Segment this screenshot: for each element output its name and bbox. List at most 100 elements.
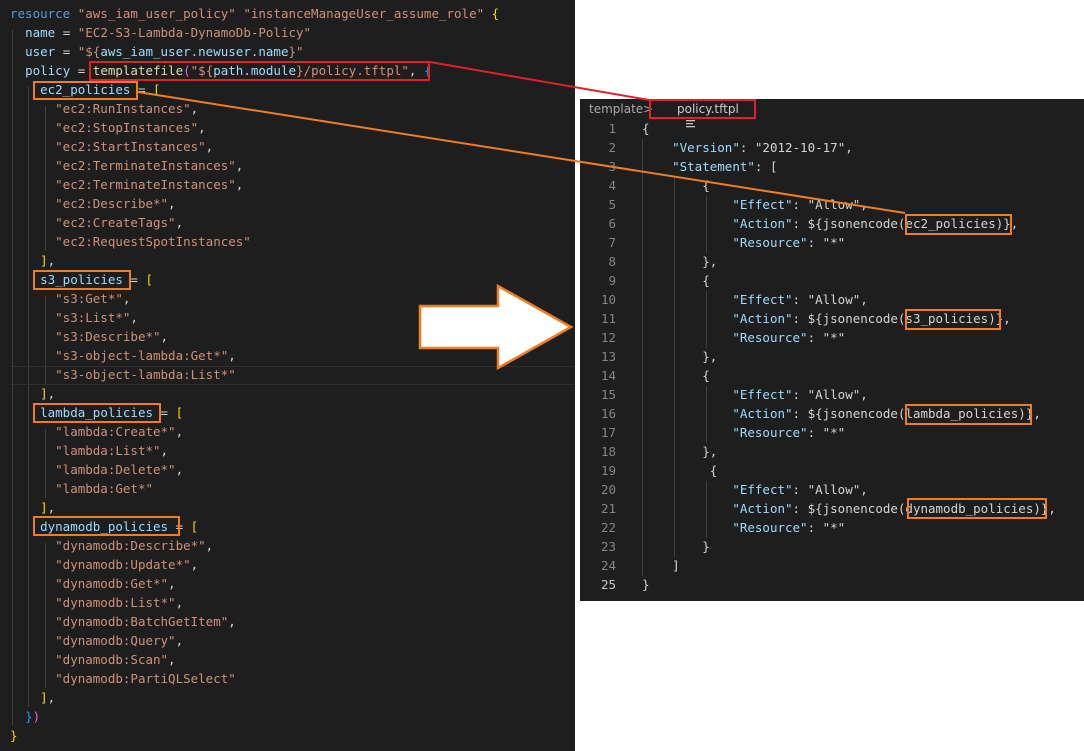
code-token: "ec2:TerminateInstances" [55, 158, 236, 173]
code-line[interactable]: "dynamodb:Get*", [10, 574, 176, 593]
code-token: , [130, 310, 138, 325]
code-line[interactable]: "ec2:StopInstances", [10, 118, 206, 137]
code-line[interactable]: }, [642, 252, 717, 271]
highlight-policy-tftpl-tab [649, 99, 756, 119]
code-token: "ec2:RequestSpotInstances" [55, 234, 251, 249]
left-code-editor[interactable]: resource "aws_iam_user_policy" "instance… [0, 0, 575, 751]
code-token: , [122, 291, 131, 306]
code-line[interactable]: "ec2:TerminateInstances", [10, 156, 243, 175]
code-line[interactable]: "s3-object-lambda:Get*", [10, 346, 236, 365]
code-line[interactable]: "lambda:Get*" [10, 479, 153, 498]
code-line[interactable]: "Statement": [ [642, 157, 777, 176]
code-line[interactable]: "ec2:StartInstances", [10, 137, 213, 156]
code-token: , [47, 253, 56, 268]
code-line[interactable]: resource "aws_iam_user_policy" "instance… [10, 4, 499, 23]
code-token: user [25, 44, 56, 59]
code-token: "Action" [732, 406, 793, 421]
code-line[interactable]: ], [10, 384, 55, 403]
code-line[interactable]: { [642, 271, 710, 290]
code-token: "Action" [732, 311, 793, 326]
code-line[interactable]: } [642, 575, 650, 594]
code-token: : "Allow", [792, 387, 868, 402]
code-token: , [845, 140, 853, 155]
code-line[interactable]: ], [10, 498, 55, 517]
line-number: 13 [600, 349, 616, 364]
code-line[interactable]: "Resource": "*" [642, 518, 845, 537]
line-number: 21 [600, 501, 616, 516]
code-line[interactable]: "lambda:List*", [10, 441, 168, 460]
code-line[interactable]: "ec2:CreateTags", [10, 213, 183, 232]
code-line[interactable]: "Effect": "Allow", [642, 480, 867, 499]
code-line[interactable]: "dynamodb:Update*", [10, 555, 198, 574]
right-code-editor[interactable]: template > policy.tftpl 1{2 "Version": "… [580, 99, 1084, 601]
code-line[interactable]: name = "EC2-S3-Lambda-DynamoDb-Policy" [10, 23, 311, 42]
code-token: , [168, 576, 176, 591]
code-line[interactable]: "Effect": "Allow", [642, 385, 868, 404]
code-token: ] [40, 500, 48, 515]
code-token: "s3-object-lambda:Get*" [55, 348, 229, 363]
code-token: : "*" [807, 520, 846, 535]
highlight-dynamodb-policies-left [33, 516, 180, 536]
code-line[interactable]: }, [642, 442, 717, 461]
code-line[interactable]: "ec2:RequestSpotInstances" [10, 232, 251, 251]
code-line[interactable]: "dynamodb:BatchGetItem", [10, 612, 236, 631]
code-line[interactable]: "lambda:Delete*", [10, 460, 183, 479]
code-line[interactable]: "dynamodb:List*", [10, 593, 183, 612]
code-line[interactable]: { [642, 461, 718, 480]
code-line[interactable]: "s3:Get*", [10, 289, 130, 308]
code-line[interactable]: "Version": "2012-10-17", [642, 138, 853, 157]
code-line[interactable]: "ec2:TerminateInstances", [10, 175, 243, 194]
code-line[interactable]: ], [10, 688, 55, 707]
code-token: { [642, 178, 710, 193]
code-token: "Effect" [732, 197, 793, 212]
code-line[interactable]: "s3:Describe*", [10, 327, 168, 346]
code-token: } [10, 728, 18, 743]
code-line[interactable]: { [642, 366, 710, 385]
code-line[interactable]: ], [10, 251, 55, 270]
code-token: "aws_iam_user_policy" [77, 6, 244, 21]
code-line[interactable]: "s3-object-lambda:List*" [10, 365, 236, 384]
code-line[interactable]: { [642, 176, 710, 195]
code-line[interactable]: }) [10, 707, 40, 726]
code-line[interactable]: user = "${aws_iam_user.newuser.name}" [10, 42, 303, 61]
code-line[interactable]: "dynamodb:PartiQLSelect" [10, 669, 236, 688]
code-line[interactable]: }, [642, 347, 717, 366]
code-line[interactable]: "ec2:RunInstances", [10, 99, 198, 118]
code-line[interactable]: "dynamodb:Query", [10, 631, 183, 650]
code-line[interactable]: "Effect": "Allow", [642, 290, 867, 309]
line-number: 5 [608, 197, 616, 212]
code-line[interactable]: ] [642, 556, 680, 575]
code-line[interactable]: "Resource": "*" [642, 423, 845, 442]
code-line[interactable]: } [10, 726, 18, 745]
line-number: 22 [600, 520, 616, 535]
code-token: name [25, 25, 56, 40]
breadcrumb-folder[interactable]: template [589, 102, 643, 116]
code-token: resource [10, 6, 78, 21]
code-line[interactable]: "Resource": "*" [642, 233, 845, 252]
code-token: , [168, 196, 176, 211]
line-number: 16 [600, 406, 616, 421]
code-token: "ec2:CreateTags" [55, 215, 176, 230]
code-line[interactable]: "ec2:Describe*", [10, 194, 176, 213]
code-line[interactable]: "Effect": "Allow", [642, 195, 867, 214]
code-token: "ec2:Describe*" [55, 196, 169, 211]
code-line[interactable]: } [642, 537, 710, 556]
code-token: "ec2:TerminateInstances" [55, 177, 236, 192]
code-line[interactable]: "Resource": "*" [642, 328, 845, 347]
code-token: aws_iam_user.newuser.name [100, 44, 289, 59]
code-token: { [642, 463, 718, 478]
code-line[interactable]: "lambda:Create*", [10, 422, 183, 441]
code-line[interactable]: "dynamodb:Describe*", [10, 536, 213, 555]
code-line[interactable]: "s3:List*", [10, 308, 138, 327]
code-token: ] [40, 690, 48, 705]
code-line[interactable]: { [642, 119, 650, 138]
code-token: { [642, 273, 710, 288]
code-line[interactable]: "dynamodb:Scan", [10, 650, 175, 669]
line-number: 11 [600, 311, 616, 326]
